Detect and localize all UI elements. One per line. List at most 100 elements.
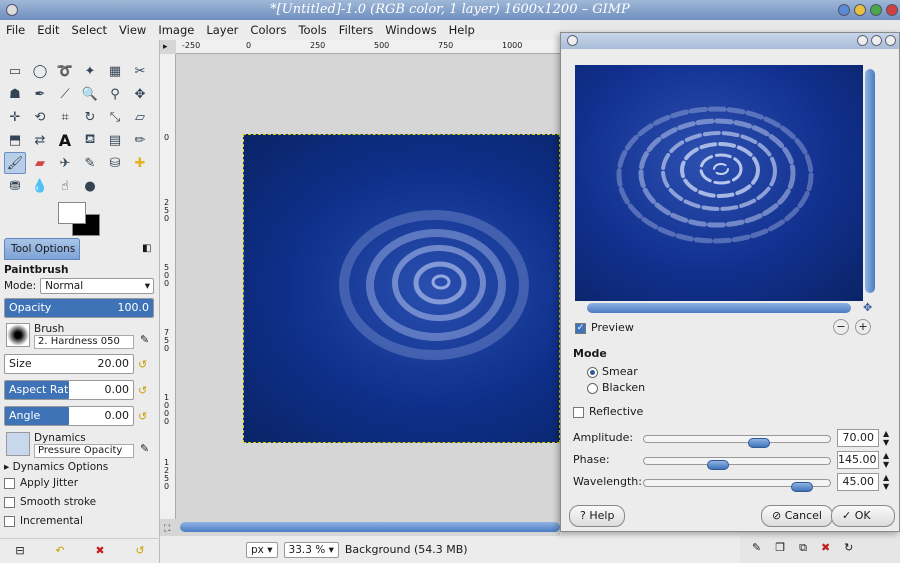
fuzzy-select-icon[interactable]: ✦ [79, 60, 101, 82]
phase-slider[interactable] [643, 457, 831, 470]
mode-select[interactable]: Normal ▾ [40, 278, 154, 294]
zoom-icon[interactable]: 🔍 [79, 83, 101, 105]
perspective-clone-icon[interactable]: ⛃ [4, 175, 26, 197]
wavelength-slider[interactable] [643, 479, 831, 492]
menu-edit[interactable]: Edit [31, 20, 65, 40]
eraser-icon[interactable]: ▰ [29, 152, 51, 174]
reflective-checkbox[interactable]: Reflective [573, 405, 643, 418]
reset-angle-icon[interactable]: ↺ [138, 410, 147, 423]
maximize-icon[interactable] [870, 4, 882, 16]
crop-icon[interactable]: ⌗ [54, 106, 76, 128]
blend-icon[interactable]: ▤ [104, 129, 126, 151]
blacken-radio[interactable]: Blacken [587, 381, 645, 394]
close-icon[interactable] [886, 4, 898, 16]
menu-colors[interactable]: Colors [244, 20, 292, 40]
ellipse-select-icon[interactable]: ◯ [29, 60, 51, 82]
opacity-slider[interactable]: Opacity 100.0 [4, 298, 154, 318]
dialog-maximize-icon[interactable] [871, 35, 882, 46]
measure-icon[interactable]: ⚲ [104, 83, 126, 105]
preview-vscroll[interactable] [865, 69, 875, 293]
shade-icon[interactable] [854, 4, 866, 16]
pencil-icon[interactable]: ✏ [129, 129, 151, 151]
size-slider[interactable]: Size 20.00 [4, 354, 134, 374]
paths-icon[interactable]: ✒ [29, 83, 51, 105]
menu-tools[interactable]: Tools [292, 20, 332, 40]
dialog-minimize-icon[interactable] [857, 35, 868, 46]
phase-stepper-icon[interactable]: ▲ ▼ [883, 451, 889, 469]
reset-options-icon[interactable]: ↺ [135, 544, 144, 557]
rotate-icon[interactable]: ↻ [79, 106, 101, 128]
help-button[interactable]: ? Help [569, 505, 626, 527]
bucket-fill-icon[interactable]: ⛾ [79, 129, 101, 151]
align-icon[interactable]: ✛ [4, 106, 26, 128]
menu-windows[interactable]: Windows [379, 20, 442, 40]
fg-bg-colors[interactable] [58, 202, 102, 236]
smooth-stroke-checkbox[interactable]: Smooth stroke [4, 496, 154, 508]
angle-slider[interactable]: Angle 0.00 [4, 406, 134, 426]
phase-spinbox[interactable]: 145.00 [837, 451, 879, 469]
dialog-close-icon[interactable] [885, 35, 896, 46]
duplicate-layer-icon[interactable]: ⧉ [799, 541, 807, 555]
brush-preview[interactable] [6, 323, 30, 347]
blur-icon[interactable]: 💧 [29, 175, 51, 197]
menu-filters[interactable]: Filters [333, 20, 379, 40]
apply-jitter-checkbox[interactable]: Apply Jitter [4, 477, 154, 489]
perspective-icon[interactable]: ⬒ [4, 129, 26, 151]
wavelength-knob[interactable] [791, 482, 814, 492]
zoom-select[interactable]: 33.3 % ▾ [283, 541, 339, 558]
menu-help[interactable]: Help [443, 20, 481, 40]
edit-brush-icon[interactable]: ✎ [140, 333, 149, 346]
preview-checkbox[interactable]: ✓ Preview [575, 321, 634, 334]
amplitude-spinbox[interactable]: 70.00 [837, 429, 879, 447]
dynamics-preview[interactable] [6, 432, 30, 456]
blacken-radio-button[interactable] [587, 382, 598, 394]
color-select-icon[interactable]: ▦ [104, 60, 126, 82]
shear-icon[interactable]: ▱ [129, 106, 151, 128]
menu-image[interactable]: Image [152, 20, 200, 40]
foreground-select-icon[interactable]: ☗ [4, 83, 26, 105]
brush-name-field[interactable]: 2. Hardness 050 [34, 335, 134, 349]
dynamics-name-field[interactable]: Pressure Opacity [34, 444, 134, 458]
reset-icon[interactable]: ↻ [844, 541, 853, 554]
clone-icon[interactable]: ⛁ [104, 152, 126, 174]
apply-jitter-box[interactable] [4, 477, 15, 489]
menu-file[interactable]: File [0, 20, 31, 40]
preview-hscroll[interactable] [587, 303, 851, 313]
dynamics-options-expander[interactable]: ▸ Dynamics Options [4, 461, 154, 473]
wavelength-spinbox[interactable]: 45.00 [837, 473, 879, 491]
menu-layer[interactable]: Layer [200, 20, 244, 40]
dodge-burn-icon[interactable]: ● [79, 175, 101, 197]
menu-view[interactable]: View [113, 20, 152, 40]
incremental-checkbox[interactable]: Incremental [4, 515, 154, 527]
scissors-icon[interactable]: ✂ [129, 60, 151, 82]
color-picker-icon[interactable]: ⟋ [54, 83, 76, 105]
restore-options-icon[interactable]: ↶ [55, 544, 64, 557]
smooth-stroke-box[interactable] [4, 496, 15, 508]
foreground-color-swatch[interactable] [58, 202, 86, 224]
save-options-icon[interactable]: ⊟ [15, 544, 24, 557]
edit-layer-icon[interactable]: ✎ [752, 541, 761, 554]
smear-radio[interactable]: Smear [587, 365, 638, 378]
navigate-icon[interactable]: ⛶ [164, 524, 170, 534]
horizontal-scrollbar[interactable] [180, 522, 560, 532]
ink-icon[interactable]: ✎ [79, 152, 101, 174]
tab-tool-options[interactable]: Tool Options [4, 238, 80, 260]
amplitude-stepper-icon[interactable]: ▲ ▼ [883, 429, 889, 447]
new-layer-icon[interactable]: ❐ [775, 541, 785, 554]
text-icon[interactable]: A [54, 129, 76, 151]
edit-dynamics-icon[interactable]: ✎ [140, 442, 149, 455]
flip-icon[interactable]: ⇄ [29, 129, 51, 151]
smudge-icon[interactable]: ☝ [54, 175, 76, 197]
reset-aspect-icon[interactable]: ↺ [138, 384, 147, 397]
minimize-icon[interactable] [838, 4, 850, 16]
image-canvas[interactable] [243, 134, 560, 443]
delete-options-icon[interactable]: ✖ [95, 544, 104, 557]
preview-check-box[interactable]: ✓ [575, 322, 586, 334]
airbrush-icon[interactable]: ✈ [54, 152, 76, 174]
reset-size-icon[interactable]: ↺ [138, 358, 147, 371]
free-select-icon[interactable]: ➰ [54, 60, 76, 82]
move-icon[interactable]: ✥ [129, 83, 151, 105]
smear-radio-button[interactable] [587, 366, 598, 378]
wavelength-stepper-icon[interactable]: ▲ ▼ [883, 473, 889, 491]
dialog-menu-icon[interactable] [567, 35, 578, 46]
